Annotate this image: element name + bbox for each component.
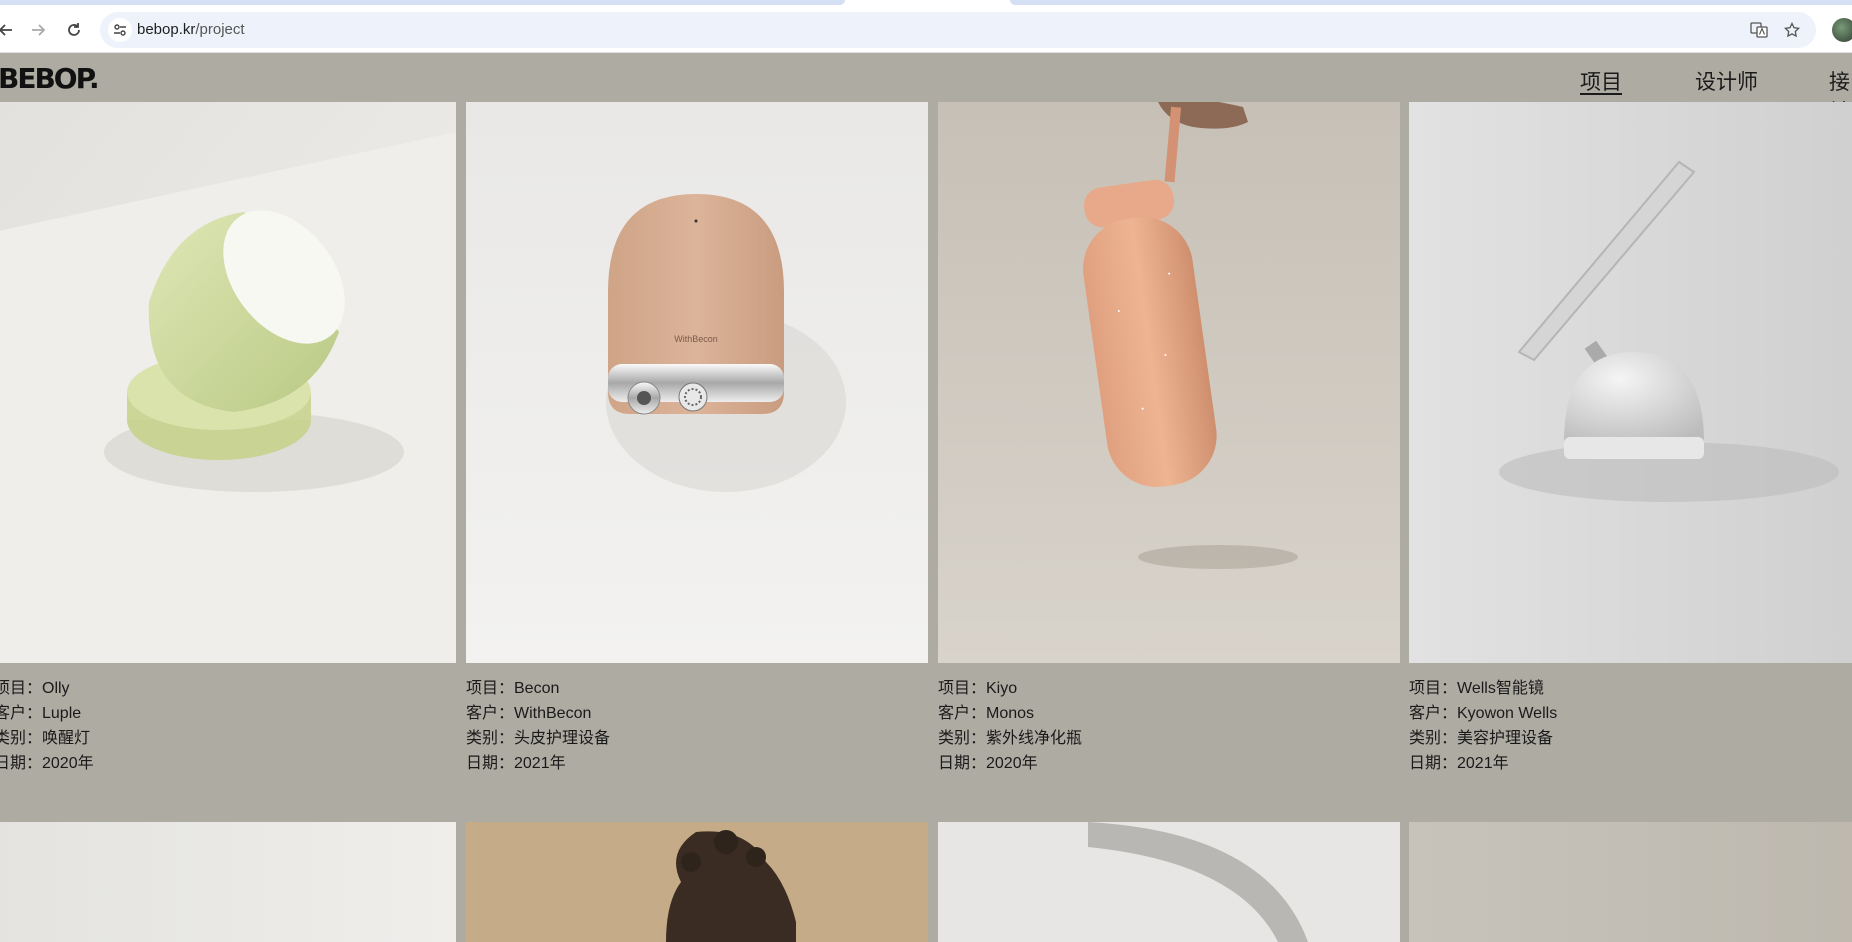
project-card-row2-3[interactable] [938,822,1400,942]
project-client: 客户：Luple [0,705,82,722]
project-client: 客户：Monos [938,705,1035,722]
nav-designers[interactable]: 设计师 [1695,66,1758,96]
project-image-kiyo[interactable] [938,102,1400,663]
tab-right[interactable] [1010,0,1852,5]
project-date: 日期：2020年 [0,755,94,772]
project-meta: 项目：Becon 客户：WithBecon 类别：头皮护理设备 日期：2021年 [466,676,928,776]
project-category: 类别：唤醒灯 [0,730,91,747]
browser-toolbar: bebop.kr/project [0,8,1852,53]
project-card-olly[interactable]: 项目：Olly 客户：Luple 类别：唤醒灯 日期：2020年 [0,102,456,776]
project-date: 日期：2021年 [466,755,566,772]
forward-icon[interactable] [24,16,52,44]
project-name: 项目：Wells智能镜 [1409,680,1544,697]
url-path: /project [195,21,245,38]
tab-left[interactable] [0,0,845,5]
tab-strip [0,0,1852,8]
translate-icon[interactable] [1748,19,1770,41]
project-card-becon[interactable]: WithBecon 项目：Becon 客户：WithBecon 类别：头皮护理设… [466,102,928,776]
project-client: 客户：WithBecon [466,705,592,722]
project-date: 日期：2021年 [1409,755,1509,772]
project-name: 项目：Olly [0,680,70,697]
project-name: 项目：Becon [466,680,560,697]
nav-projects[interactable]: 项目 [1580,66,1622,96]
project-meta: 项目：Kiyo 客户：Monos 类别：紫外线净化瓶 日期：2020年 [938,676,1400,776]
url-text[interactable]: bebop.kr/project [137,21,245,38]
site-info-icon[interactable] [108,18,132,42]
profile-avatar[interactable] [1832,18,1852,42]
project-card-row2-2[interactable] [466,822,928,942]
project-card-row2-1[interactable] [0,822,456,942]
becon-product-label: WithBecon [674,334,718,344]
url-host: bebop.kr [137,21,196,38]
project-category: 类别：紫外线净化瓶 [938,730,1083,747]
project-image-becon[interactable]: WithBecon [466,102,928,663]
project-card-wells[interactable]: 项目：Wells智能镜 客户：Kyowon Wells 类别：美容护理设备 日期… [1409,102,1852,776]
project-image-olly[interactable] [0,102,456,663]
address-bar[interactable]: bebop.kr/project [100,12,1816,48]
project-card-kiyo[interactable]: 项目：Kiyo 客户：Monos 类别：紫外线净化瓶 日期：2020年 [938,102,1400,776]
site-logo[interactable]: BEBOP. [0,62,100,95]
project-image-wells[interactable] [1409,102,1852,663]
project-client: 客户：Kyowon Wells [1409,705,1558,722]
project-date: 日期：2020年 [938,755,1038,772]
project-meta: 项目：Olly 客户：Luple 类别：唤醒灯 日期：2020年 [0,676,456,776]
project-card-row2-4[interactable] [1409,822,1852,942]
back-icon[interactable] [0,16,20,44]
project-category: 类别：头皮护理设备 [466,730,611,747]
reload-icon[interactable] [60,16,88,44]
project-name: 项目：Kiyo [938,680,1018,697]
project-category: 类别：美容护理设备 [1409,730,1554,747]
project-meta: 项目：Wells智能镜 客户：Kyowon Wells 类别：美容护理设备 日期… [1409,676,1852,776]
star-icon[interactable] [1781,19,1803,41]
site-header: BEBOP. 项目 设计师 接触 [0,53,1852,124]
